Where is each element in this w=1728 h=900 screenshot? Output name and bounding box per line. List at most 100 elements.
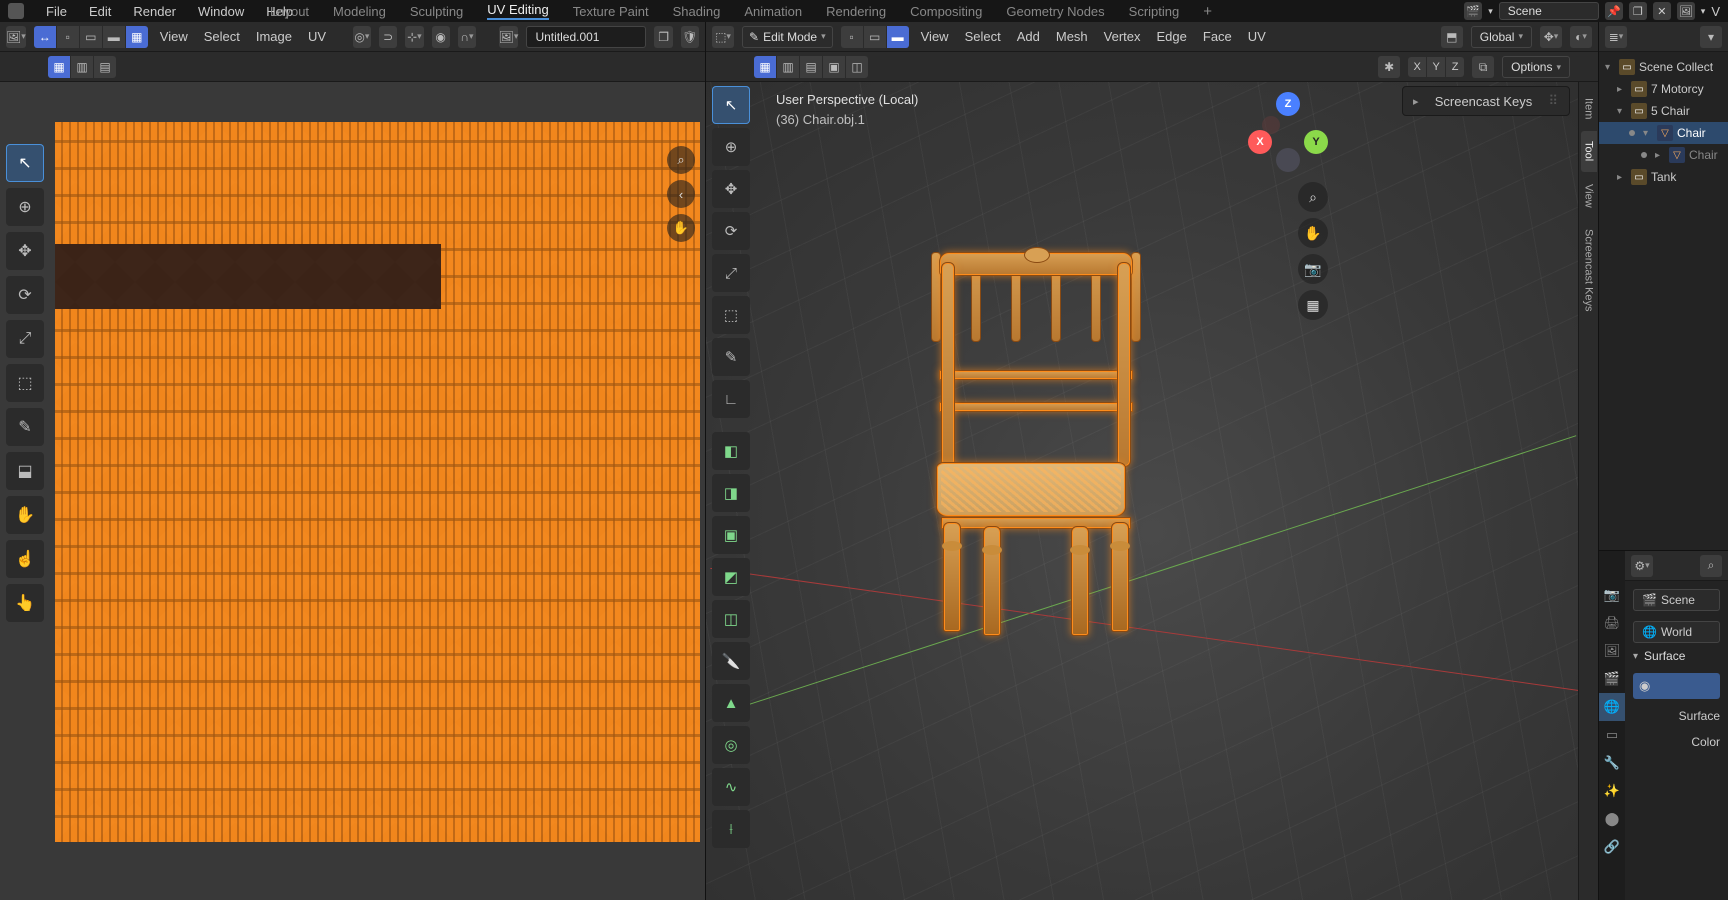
- tool-knife[interactable]: 🔪: [712, 642, 750, 680]
- image-fake-user-icon[interactable]: 🛡: [681, 26, 699, 48]
- workspace-tab-texture-paint[interactable]: Texture Paint: [573, 4, 649, 19]
- navigation-gizmo[interactable]: Z X Y: [1248, 92, 1328, 172]
- panel-surface-header[interactable]: ▾ Surface: [1633, 643, 1720, 669]
- copy-scene-icon[interactable]: ❐: [1629, 2, 1647, 20]
- vertex-select-mode-icon[interactable]: ▫: [841, 26, 863, 48]
- workspace-tab-rendering[interactable]: Rendering: [826, 4, 886, 19]
- props-tab-viewlayer[interactable]: 🖼: [1599, 637, 1625, 665]
- tool-select-box[interactable]: ↖: [712, 86, 750, 124]
- tool-scale[interactable]: ⤢: [712, 254, 750, 292]
- uv-display-stretch-icon[interactable]: ▦: [48, 56, 70, 78]
- tool-move[interactable]: ✥: [6, 232, 44, 270]
- tool-scale[interactable]: ⤢: [6, 320, 44, 358]
- breadcrumb-world[interactable]: 🌐 World: [1633, 621, 1720, 643]
- tool-pinch[interactable]: 👆: [6, 584, 44, 622]
- outliner-collection-tank[interactable]: ▸ ▭ Tank: [1599, 166, 1728, 188]
- disclosure-icon[interactable]: ▾: [1605, 62, 1615, 73]
- vp-menu-add[interactable]: Add: [1013, 29, 1044, 44]
- disclosure-icon[interactable]: ▸: [1617, 172, 1627, 183]
- uv-menu-uv[interactable]: UV: [304, 29, 330, 44]
- uv-zoom-icon[interactable]: ⌕: [667, 146, 695, 174]
- shade-mode-1-icon[interactable]: ▦: [754, 56, 776, 78]
- tab-view[interactable]: View: [1581, 174, 1597, 218]
- tool-poly-build[interactable]: ▲: [712, 684, 750, 722]
- uv-proportional-icon[interactable]: ◉: [432, 26, 450, 48]
- gizmo-axis-z[interactable]: Z: [1276, 92, 1300, 116]
- delete-scene-icon[interactable]: ✕: [1653, 2, 1671, 20]
- disclosure-icon[interactable]: ▾: [1643, 128, 1653, 139]
- workspace-tab-scripting[interactable]: Scripting: [1129, 4, 1180, 19]
- uv-pan-icon[interactable]: ✋: [667, 214, 695, 242]
- transform-orientation-icon[interactable]: ⬒: [1441, 26, 1463, 48]
- uv-editor-type-icon[interactable]: 🖼▾: [6, 26, 26, 48]
- uv-edge-select-icon[interactable]: ▭: [80, 26, 102, 48]
- tool-smooth[interactable]: ∿: [712, 768, 750, 806]
- outliner-object-chair[interactable]: ▾ ▽ Chair: [1599, 122, 1728, 144]
- outliner-collection-motorcycle[interactable]: ▸ ▭ 7 Motorcy: [1599, 78, 1728, 100]
- tab-item[interactable]: Item: [1581, 88, 1597, 129]
- automerge-icon[interactable]: ⧉: [1472, 56, 1494, 78]
- props-tab-constraints[interactable]: 🔗: [1599, 833, 1625, 861]
- camera-view-icon[interactable]: 📷: [1298, 254, 1328, 284]
- uv-display-modifier-icon[interactable]: ▥: [71, 56, 93, 78]
- tool-select-box[interactable]: ↖: [6, 144, 44, 182]
- tool-annotate[interactable]: ✎: [712, 338, 750, 376]
- app-logo-icon[interactable]: [8, 3, 24, 19]
- disclosure-icon[interactable]: ▸: [1617, 84, 1627, 95]
- props-type-icon[interactable]: ⚙▾: [1631, 555, 1653, 577]
- vp-menu-view[interactable]: View: [917, 29, 953, 44]
- tool-relax[interactable]: ☝: [6, 540, 44, 578]
- uv-vertex-select-icon[interactable]: ▫: [57, 26, 79, 48]
- tool-edge-slide[interactable]: ⟊: [712, 810, 750, 848]
- chevron-right-icon[interactable]: ▸: [1413, 95, 1419, 108]
- axis-y-chip[interactable]: Y: [1427, 57, 1445, 77]
- editor-type-icon[interactable]: ⬚▾: [712, 26, 734, 48]
- gizmo-toggle-icon[interactable]: ✥▾: [1540, 26, 1562, 48]
- gizmo-axis-y[interactable]: Y: [1304, 130, 1328, 154]
- workspace-tab-geometry-nodes[interactable]: Geometry Nodes: [1006, 4, 1104, 19]
- scene-browse-icon[interactable]: 🎬: [1464, 2, 1482, 20]
- props-tab-particles[interactable]: ✨: [1599, 777, 1625, 805]
- tool-move[interactable]: ✥: [712, 170, 750, 208]
- image-name-input[interactable]: [526, 26, 646, 48]
- props-tab-render[interactable]: 📷: [1599, 581, 1625, 609]
- shade-mode-4-icon[interactable]: ▣: [823, 56, 845, 78]
- tool-annotate[interactable]: ✎: [6, 408, 44, 446]
- uv-island-select-icon[interactable]: ▦: [126, 26, 148, 48]
- tool-bevel[interactable]: ◩: [712, 558, 750, 596]
- uv-face-select-icon[interactable]: ▬: [103, 26, 125, 48]
- workspace-tab-uv-editing[interactable]: UV Editing: [487, 2, 548, 20]
- tool-add-cube[interactable]: ◧: [712, 432, 750, 470]
- tool-loop-cut[interactable]: ◫: [712, 600, 750, 638]
- zoom-icon[interactable]: ⌕: [1298, 182, 1328, 212]
- tool-inset[interactable]: ▣: [712, 516, 750, 554]
- viewport-canvas[interactable]: [706, 82, 1598, 900]
- vp-menu-mesh[interactable]: Mesh: [1052, 29, 1092, 44]
- pin-scene-icon[interactable]: 📌: [1605, 2, 1623, 20]
- uv-snap-type-icon[interactable]: ⊹▾: [405, 26, 423, 48]
- menu-file[interactable]: File: [46, 4, 67, 19]
- mirror-butterfly-icon[interactable]: ✱: [1378, 56, 1400, 78]
- menu-edit[interactable]: Edit: [89, 4, 111, 19]
- tab-tool[interactable]: Tool: [1581, 131, 1597, 171]
- tool-rip[interactable]: ⬓: [6, 452, 44, 490]
- uv-menu-image[interactable]: Image: [252, 29, 296, 44]
- outliner-type-icon[interactable]: ≣▾: [1605, 26, 1627, 48]
- outliner-scene-collection[interactable]: ▾ ▭ Scene Collect: [1599, 56, 1728, 78]
- outliner-collection-chair[interactable]: ▾ ▭ 5 Chair: [1599, 100, 1728, 122]
- search-icon[interactable]: ⌕: [1700, 555, 1722, 577]
- workspace-tab-animation[interactable]: Animation: [744, 4, 802, 19]
- workspace-tab-sculpting[interactable]: Sculpting: [410, 4, 463, 19]
- workspace-tab-compositing[interactable]: Compositing: [910, 4, 982, 19]
- disclosure-icon[interactable]: ▾: [1617, 106, 1627, 117]
- menu-render[interactable]: Render: [133, 4, 176, 19]
- outliner-filter-icon[interactable]: ▾: [1700, 26, 1722, 48]
- uv-falloff-icon[interactable]: ∩▾: [458, 26, 476, 48]
- image-users-icon[interactable]: ❐: [654, 26, 672, 48]
- axis-x-chip[interactable]: X: [1408, 57, 1426, 77]
- workspace-tab-modeling[interactable]: Modeling: [333, 4, 386, 19]
- tool-grab[interactable]: ✋: [6, 496, 44, 534]
- drag-handle-icon[interactable]: ⠿: [1548, 93, 1559, 109]
- props-tab-object[interactable]: ▭: [1599, 721, 1625, 749]
- shade-mode-3-icon[interactable]: ▤: [800, 56, 822, 78]
